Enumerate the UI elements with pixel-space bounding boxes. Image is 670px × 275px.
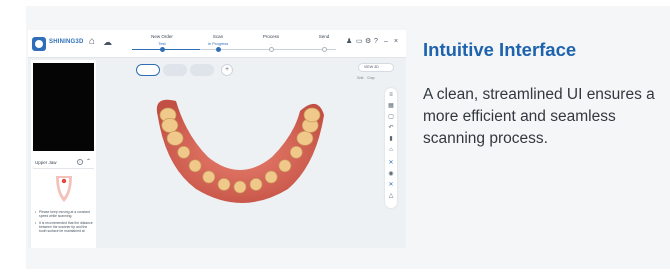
step-status: In Progress: [207, 41, 229, 46]
step-title: Process: [262, 34, 280, 39]
tooth: [161, 118, 179, 133]
jaw-panel-header: Upper Jaw i ⌃: [33, 157, 94, 169]
scan-mode-group: +: [136, 64, 233, 76]
chevron-up-icon[interactable]: ⌃: [86, 158, 91, 165]
cloud-icon[interactable]: ☁: [103, 37, 112, 47]
scan-tips: Please keep moving at a constant speed w…: [35, 210, 93, 235]
step-title: Send: [318, 34, 330, 39]
close-icon[interactable]: ×: [394, 38, 398, 46]
step-status: -: [323, 41, 325, 46]
tooth: [264, 170, 278, 184]
layers-icon[interactable]: ≡: [387, 92, 395, 99]
step-dot: [216, 47, 221, 52]
tooth: [188, 159, 202, 173]
delete-icon[interactable]: ▮: [387, 136, 395, 143]
tooth: [233, 180, 247, 194]
dental-3d-model[interactable]: [148, 95, 332, 207]
annotate-icon[interactable]: △: [387, 193, 395, 200]
step-process[interactable]: Process -: [241, 34, 301, 46]
magic-wand-icon[interactable]: ✕: [387, 160, 395, 167]
tooth: [177, 145, 191, 159]
measure-icon[interactable]: ✕: [387, 182, 395, 189]
step-title: New Order: [151, 34, 173, 39]
tip-item: It is recommended that the distance betw…: [35, 221, 93, 234]
step-dot: [269, 47, 274, 52]
step-dot: [160, 47, 165, 52]
app-screenshot: SHINING3D ⌂ ☁ New Order Test Scan In Pro…: [28, 30, 406, 248]
feature-description: A clean, streamlined UI ensures a more e…: [423, 86, 655, 147]
lock-icon[interactable]: ⌂: [387, 147, 395, 154]
crop-toggle[interactable]: Crop: [367, 76, 374, 80]
undo-icon[interactable]: ↶: [387, 125, 395, 132]
step-scan[interactable]: Scan In Progress: [188, 34, 248, 46]
tooth: [166, 130, 184, 146]
step-dot: [322, 47, 327, 52]
add-mode-icon[interactable]: +: [221, 64, 233, 76]
tooth: [217, 178, 231, 191]
display-toggles: Grid Crop: [357, 76, 375, 80]
tooth: [296, 130, 314, 146]
tooth: [202, 170, 216, 184]
brand-logo-text: SHINING3D: [49, 39, 84, 45]
left-panel: Upper Jaw i ⌃ Please keep moving at a co…: [31, 60, 96, 248]
tip-item: Please keep moving at a constant speed w…: [35, 210, 93, 219]
view-toggle-button[interactable]: VIEW 3D: [358, 63, 394, 72]
grid-toggle[interactable]: Grid: [357, 76, 363, 80]
step-new-order[interactable]: New Order Test: [132, 34, 192, 46]
mode-button-bite[interactable]: [190, 64, 214, 76]
camera-icon[interactable]: ◉: [387, 171, 395, 178]
tooth: [249, 178, 263, 191]
mode-button-lower[interactable]: [163, 64, 187, 76]
tooth: [303, 107, 321, 123]
user-icon[interactable]: ♟: [346, 38, 352, 46]
upper-jaw-thumbnail[interactable]: [53, 174, 75, 204]
mode-button-upper[interactable]: [136, 64, 160, 76]
workflow-progress-fill: [132, 49, 200, 50]
brand-logo-icon: [32, 37, 46, 51]
camera-preview: [33, 63, 94, 151]
tool-rail: ≡ ▦ ▢ ↶ ▮ ⌂ ✕ ◉ ✕ △: [385, 88, 397, 208]
step-status: -: [270, 41, 272, 46]
panel-title: Upper Jaw: [35, 160, 57, 165]
step-title: Scan: [212, 34, 224, 39]
minimize-icon[interactable]: –: [384, 38, 388, 46]
tooth: [289, 145, 303, 159]
settings-icon[interactable]: ⚙: [365, 38, 371, 46]
info-icon[interactable]: i: [77, 159, 83, 165]
step-send[interactable]: Send -: [294, 34, 354, 46]
screen-icon[interactable]: ▭: [356, 38, 363, 46]
feature-headline: Intuitive Interface: [423, 39, 577, 60]
app-topbar: SHINING3D ⌂ ☁ New Order Test Scan In Pro…: [28, 30, 406, 58]
grid-icon[interactable]: ▦: [387, 103, 395, 110]
crop-icon[interactable]: ▢: [387, 114, 395, 121]
help-icon[interactable]: ?: [374, 38, 378, 46]
home-icon[interactable]: ⌂: [89, 37, 95, 47]
tooth: [278, 159, 292, 173]
step-status: Test: [158, 41, 166, 46]
